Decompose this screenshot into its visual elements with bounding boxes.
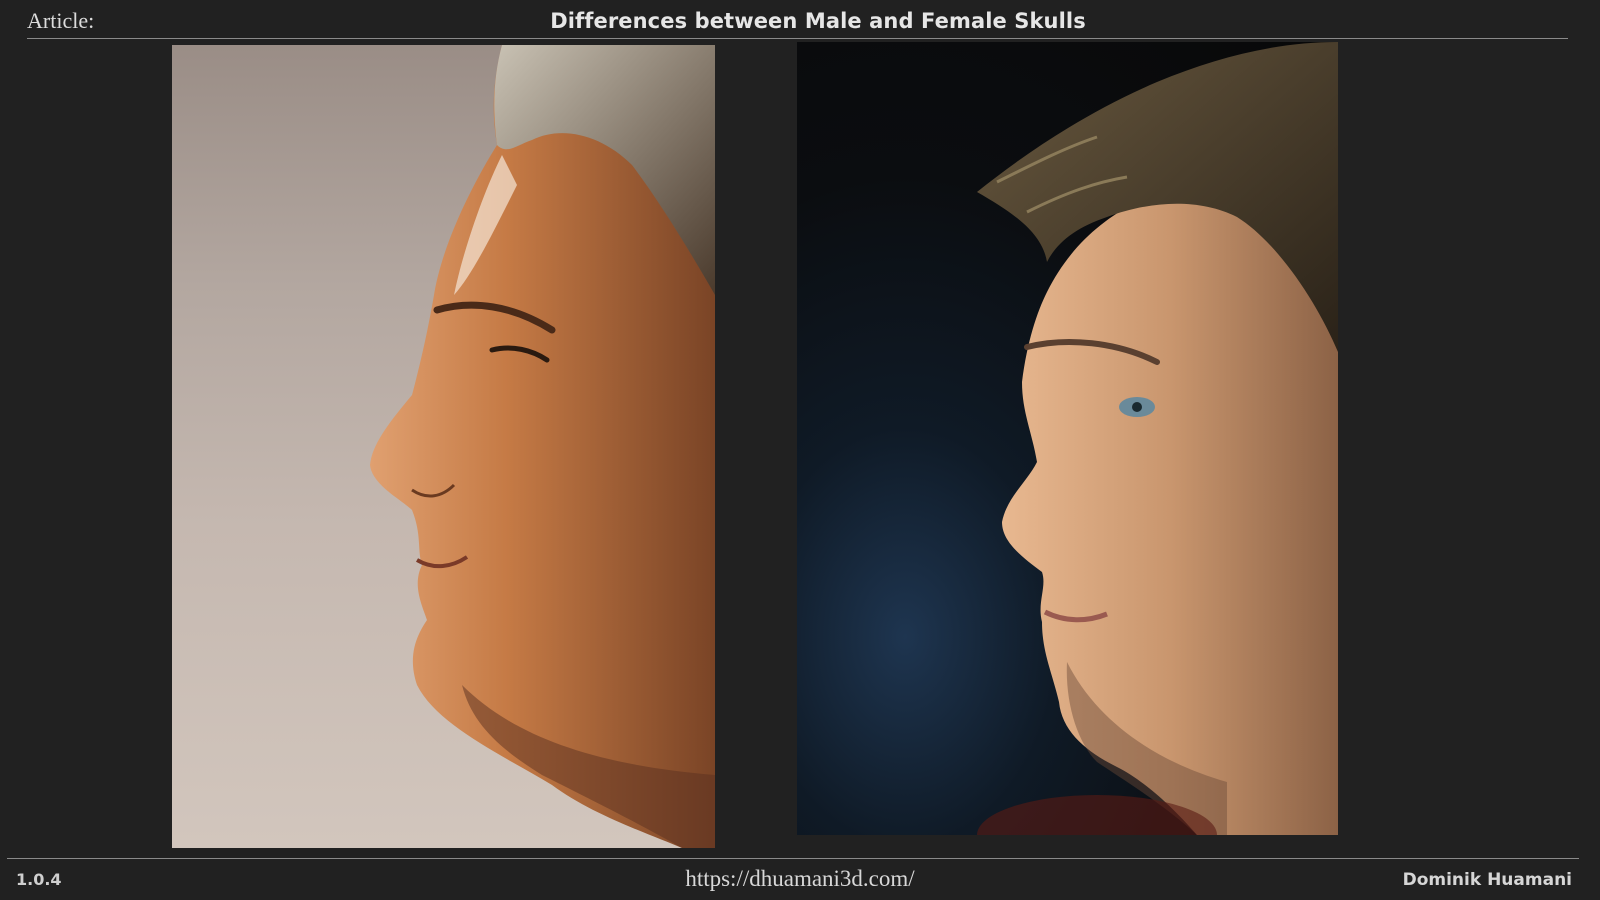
male-profile-photo-left xyxy=(172,45,715,848)
page-title: Differences between Male and Female Skul… xyxy=(550,9,1086,33)
footer-divider xyxy=(7,858,1579,859)
male-profile-photo-right xyxy=(797,42,1338,835)
profile-illustration-left xyxy=(370,45,715,848)
website-url: https://dhuamani3d.com/ xyxy=(685,866,915,891)
header-divider xyxy=(27,38,1568,39)
author-name: Dominik Huamani xyxy=(1402,870,1572,890)
profile-illustration-right xyxy=(977,42,1338,835)
